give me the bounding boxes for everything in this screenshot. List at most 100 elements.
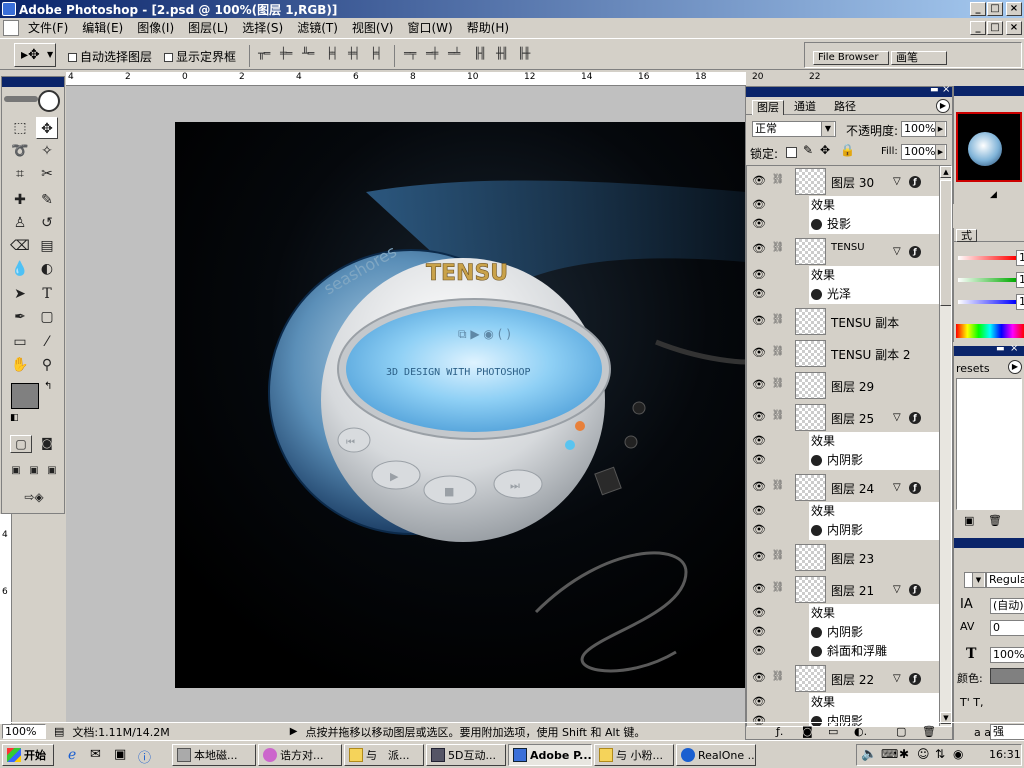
chevron-down-icon[interactable]: ▼ xyxy=(972,573,984,587)
dodge-tool-icon[interactable]: ◐ xyxy=(36,258,58,280)
clone-stamp-icon[interactable]: ♙ xyxy=(9,212,31,234)
distribute-bottom-icon[interactable]: ═╧ xyxy=(448,47,464,61)
visibility-eye-icon[interactable]: 👁 xyxy=(750,378,768,396)
show-bounds-checkbox[interactable]: 显示定界框 xyxy=(164,48,236,65)
distribute-right-icon[interactable]: ╟╫ xyxy=(518,47,534,61)
expand-effects-icon[interactable]: ▽ xyxy=(893,246,901,257)
zoom-level-field[interactable]: 100% xyxy=(2,724,46,739)
chevron-down-icon[interactable]: ▼ xyxy=(821,122,834,136)
scroll-up-icon[interactable]: ▲ xyxy=(940,166,951,178)
layer-link-icon[interactable]: ⛓ xyxy=(770,480,786,498)
visibility-eye-icon[interactable]: 👁 xyxy=(750,242,768,260)
green-slider-track[interactable] xyxy=(958,278,1016,282)
lock-paint-icon[interactable]: ✎ xyxy=(803,143,813,157)
blur-tool-icon[interactable]: 💧 xyxy=(9,258,31,280)
screen-mode-full-icon[interactable]: ▣ xyxy=(44,463,60,479)
menu-select[interactable]: 选择(S) xyxy=(235,19,290,37)
fill-slider-arrow-icon[interactable]: ▶ xyxy=(935,145,945,159)
layer-link-icon[interactable]: ⛓ xyxy=(770,671,786,689)
task-button-5d[interactable]: 5D互动... xyxy=(426,744,506,766)
visibility-eye-icon[interactable]: 👁 xyxy=(750,625,768,643)
brushes-tab[interactable]: 画笔 xyxy=(891,51,947,65)
task-button-drive[interactable]: 本地磁... xyxy=(172,744,256,766)
panel-menu-icon[interactable]: ▶ xyxy=(936,99,950,113)
task-button-folder2[interactable]: 与 小粉... xyxy=(594,744,674,766)
tray-app-icon[interactable]: ◉ xyxy=(953,747,963,761)
visibility-eye-icon[interactable]: 👁 xyxy=(750,198,768,216)
superscript-buttons[interactable]: T' T, xyxy=(960,696,983,709)
swap-colors-icon[interactable]: ↰ xyxy=(44,381,52,392)
network-icon[interactable]: ⇅ xyxy=(935,747,945,761)
canvas-workspace[interactable]: seashores TENSU 3D DESIGN WITH PHOTOSHOP… xyxy=(66,72,746,722)
opacity-input[interactable]: 100% ▶ xyxy=(901,121,947,137)
ime-icon[interactable]: ⌨ xyxy=(881,747,898,761)
layer-link-icon[interactable]: ⛓ xyxy=(770,174,786,192)
layer-row[interactable]: 👁 ⛓ 图层 23 xyxy=(747,542,939,574)
standard-mode-icon[interactable]: ▢ xyxy=(10,435,32,453)
tab-styles[interactable]: 式 xyxy=(956,229,977,242)
start-button[interactable]: 开始 xyxy=(2,744,54,766)
menu-edit[interactable]: 编辑(E) xyxy=(75,19,130,37)
layer-row[interactable]: 👁 ⛓ 图层 25 ▽ ƒ 👁 效果 👁 内阴影 xyxy=(747,402,939,472)
visibility-eye-icon[interactable]: 👁 xyxy=(750,434,768,452)
move-tool-icon[interactable]: ✥ xyxy=(36,117,58,139)
tab-channels[interactable]: 通道 xyxy=(790,100,820,115)
font-family-select[interactable]: ▼ xyxy=(964,572,986,588)
checkbox-box[interactable] xyxy=(68,53,77,62)
layer-link-icon[interactable]: ⛓ xyxy=(770,314,786,332)
effect-item[interactable]: 内阴影 xyxy=(809,451,939,470)
tray-app-icon[interactable]: ✱ xyxy=(899,747,909,761)
gradient-tool-icon[interactable]: ▤ xyxy=(36,235,58,257)
volume-icon[interactable]: 🔈 xyxy=(861,747,877,762)
fill-input[interactable]: 100% ▶ xyxy=(901,144,947,160)
status-arrow-icon[interactable]: ▶ xyxy=(290,726,298,737)
visibility-eye-icon[interactable]: 👁 xyxy=(750,523,768,541)
effects-label[interactable]: 效果 xyxy=(809,266,939,285)
visibility-eye-icon[interactable]: 👁 xyxy=(750,582,768,600)
layer-row[interactable]: 👁 ⛓ 图层 30 ▽ ƒ 👁 效果 👁 投影 xyxy=(747,166,939,236)
new-preset-icon[interactable]: ▣ xyxy=(964,514,974,527)
expand-effects-icon[interactable]: ▽ xyxy=(893,412,901,423)
align-top-icon[interactable]: ╥═ xyxy=(258,47,274,61)
slice-tool-icon[interactable]: ✂ xyxy=(36,163,58,185)
visibility-eye-icon[interactable]: 👁 xyxy=(750,644,768,662)
layer-link-icon[interactable]: ⛓ xyxy=(770,378,786,396)
presets-list[interactable] xyxy=(956,378,1022,510)
menu-view[interactable]: 视图(V) xyxy=(345,19,401,37)
layer-row[interactable]: 👁 ⛓ 图层 29 xyxy=(747,370,939,402)
align-bottom-icon[interactable]: ╨═ xyxy=(302,47,318,61)
layers-scrollbar[interactable]: ▲ ▼ xyxy=(939,166,951,726)
effect-item[interactable]: 光泽 xyxy=(809,285,939,304)
panel-minimize-icon[interactable]: ▬ xyxy=(930,85,939,95)
close-button[interactable]: × xyxy=(1006,2,1022,16)
layer-link-icon[interactable]: ⛓ xyxy=(770,410,786,428)
zoom-tool-icon[interactable]: ⚲ xyxy=(36,354,58,376)
layer-link-icon[interactable]: ⛓ xyxy=(770,346,786,364)
layer-row[interactable]: 👁 ⛓ TENSU 副本 2 xyxy=(747,338,939,370)
eyedropper-tool-icon[interactable]: ⁄ xyxy=(36,331,58,353)
doc-restore-button[interactable]: □ xyxy=(987,21,1003,35)
menu-file[interactable]: 文件(F) xyxy=(21,19,75,37)
effects-label[interactable]: 效果 xyxy=(809,432,939,451)
blend-mode-select[interactable]: 正常 ▼ xyxy=(752,121,836,137)
color-ramp[interactable] xyxy=(956,324,1024,338)
pen-tool-icon[interactable]: ✒ xyxy=(9,306,31,328)
doc-close-button[interactable]: × xyxy=(1006,21,1022,35)
leading-input[interactable]: (自动) xyxy=(990,598,1024,614)
lock-all-icon[interactable]: 🔒 xyxy=(840,143,855,157)
green-value-input[interactable]: 12 xyxy=(1016,272,1024,288)
layer-row[interactable]: 👁 ⛓ TENSU ▽ ƒ 👁 效果 👁 光泽 xyxy=(747,236,939,306)
visibility-eye-icon[interactable]: 👁 xyxy=(750,287,768,305)
panel-menu-icon[interactable]: ▶ xyxy=(1008,360,1022,374)
effects-label[interactable]: 效果 xyxy=(809,502,939,521)
doc-size-label[interactable]: 文档:1.11M/14.2M xyxy=(72,724,169,740)
visibility-eye-icon[interactable]: 👁 xyxy=(750,480,768,498)
brush-tool-icon[interactable]: ✎ xyxy=(36,189,58,211)
ie-icon[interactable]: ℯ xyxy=(68,747,76,763)
tab-layers[interactable]: 图层 xyxy=(752,100,784,115)
path-selection-icon[interactable]: ➤ xyxy=(9,283,31,305)
effect-item[interactable]: 内阴影 xyxy=(809,521,939,540)
doc-minimize-button[interactable]: _ xyxy=(970,21,986,35)
file-browser-tab[interactable]: File Browser xyxy=(813,51,889,65)
layer-row[interactable]: 👁 ⛓ TENSU 副本 xyxy=(747,306,939,338)
